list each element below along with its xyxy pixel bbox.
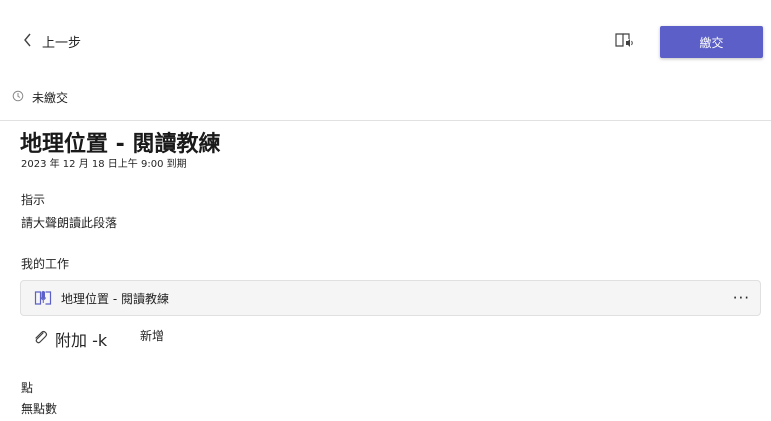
work-item-title: 地理位置 - 閱讀教練: [61, 291, 169, 306]
back-label: 上一步: [42, 35, 82, 51]
instructions-text: 請大聲朗讀此段落: [21, 216, 118, 230]
immersive-reader-button[interactable]: [612, 31, 636, 53]
divider: [0, 120, 771, 121]
points-label: 點: [21, 381, 34, 395]
my-work-label: 我的工作: [21, 257, 70, 271]
immersive-reader-icon: [614, 31, 634, 53]
more-options-button[interactable]: ···: [733, 289, 750, 307]
attach-button[interactable]: 附加 -k: [32, 327, 107, 351]
instructions-label: 指示: [21, 193, 46, 207]
new-button[interactable]: 新增: [140, 327, 164, 344]
due-date: 2023 年 12 月 18 日上午 9:00 到期: [21, 159, 187, 170]
clock-icon: [12, 90, 24, 105]
chevron-left-icon: [22, 32, 34, 51]
back-button[interactable]: 上一步: [22, 30, 81, 52]
page-title: 地理位置 - 閱讀教練: [20, 132, 221, 157]
attach-label: 附加 -k: [55, 331, 108, 350]
points-value: 無點數: [21, 402, 58, 416]
status-text: 未繳交: [32, 91, 69, 105]
paperclip-icon: [32, 329, 48, 349]
submit-button[interactable]: 繳交: [660, 26, 763, 58]
reading-coach-icon: [34, 289, 52, 307]
work-item-card[interactable]: 地理位置 - 閱讀教練 ···: [20, 280, 761, 316]
status-badge: 未繳交: [12, 89, 68, 106]
